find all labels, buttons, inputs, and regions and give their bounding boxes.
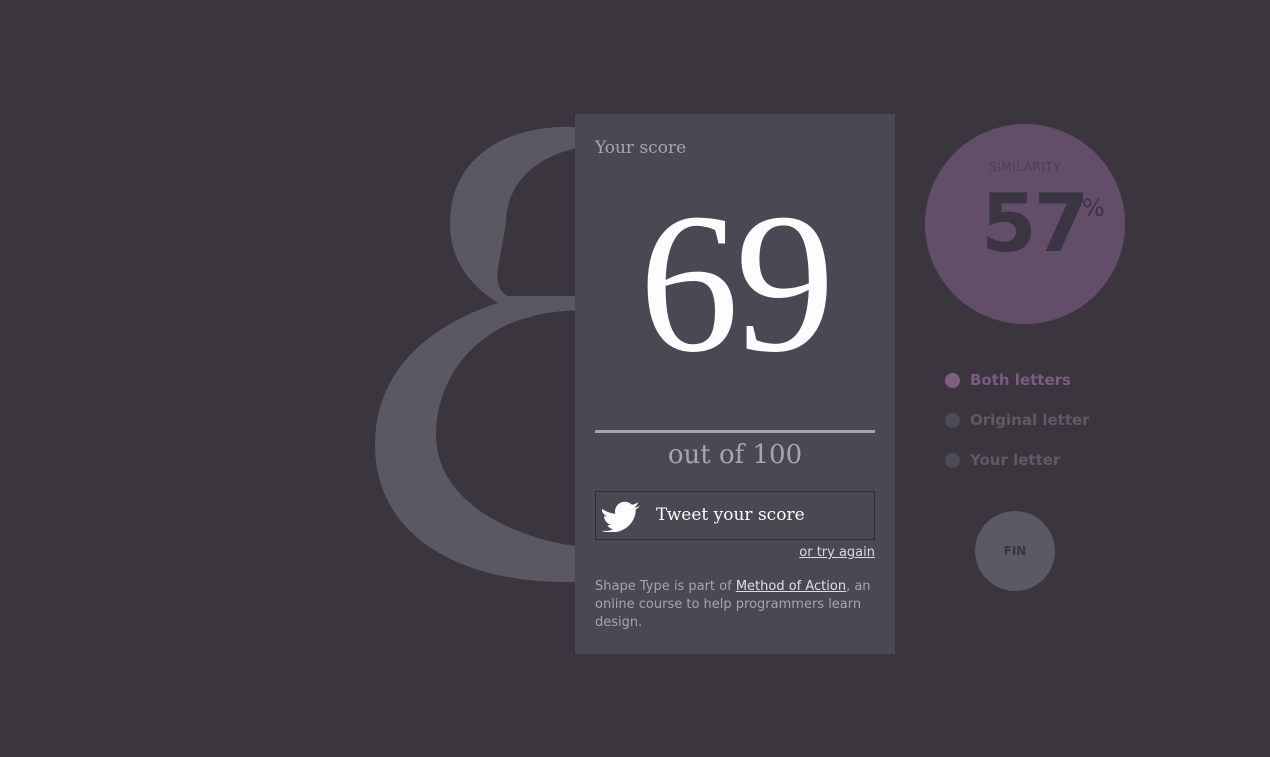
- fin-button[interactable]: FIN: [975, 511, 1055, 591]
- score-panel: Your score 69 out of 100 Tweet your scor…: [575, 114, 895, 654]
- twitter-bird-icon: [600, 500, 642, 533]
- similarity-unit: %: [1082, 194, 1105, 222]
- method-of-action-link[interactable]: Method of Action: [736, 579, 846, 594]
- tweet-score-button[interactable]: Tweet your score: [595, 491, 875, 540]
- legend-label: Both letters: [970, 371, 1071, 389]
- similarity-value: 57: [981, 177, 1089, 270]
- legend-label: Your letter: [970, 451, 1061, 469]
- footer-description: Shape Type is part of Method of Action, …: [595, 578, 875, 632]
- score-divider: [595, 430, 875, 433]
- radio-dot-icon: [945, 373, 960, 388]
- score-out-of: out of 100: [667, 440, 803, 470]
- footer-prefix: Shape Type is part of: [595, 579, 736, 594]
- score-value: 69: [639, 173, 835, 394]
- similarity-circle: SIMILARITY 57 %: [925, 124, 1125, 324]
- panel-title: Your score: [595, 138, 687, 158]
- legend-label: Original letter: [970, 411, 1090, 429]
- radio-dot-icon: [945, 453, 960, 468]
- radio-dot-icon: [945, 413, 960, 428]
- similarity-label: SIMILARITY: [989, 160, 1061, 174]
- try-again-link[interactable]: or try again: [799, 545, 875, 560]
- tweet-button-label: Tweet your score: [656, 505, 805, 525]
